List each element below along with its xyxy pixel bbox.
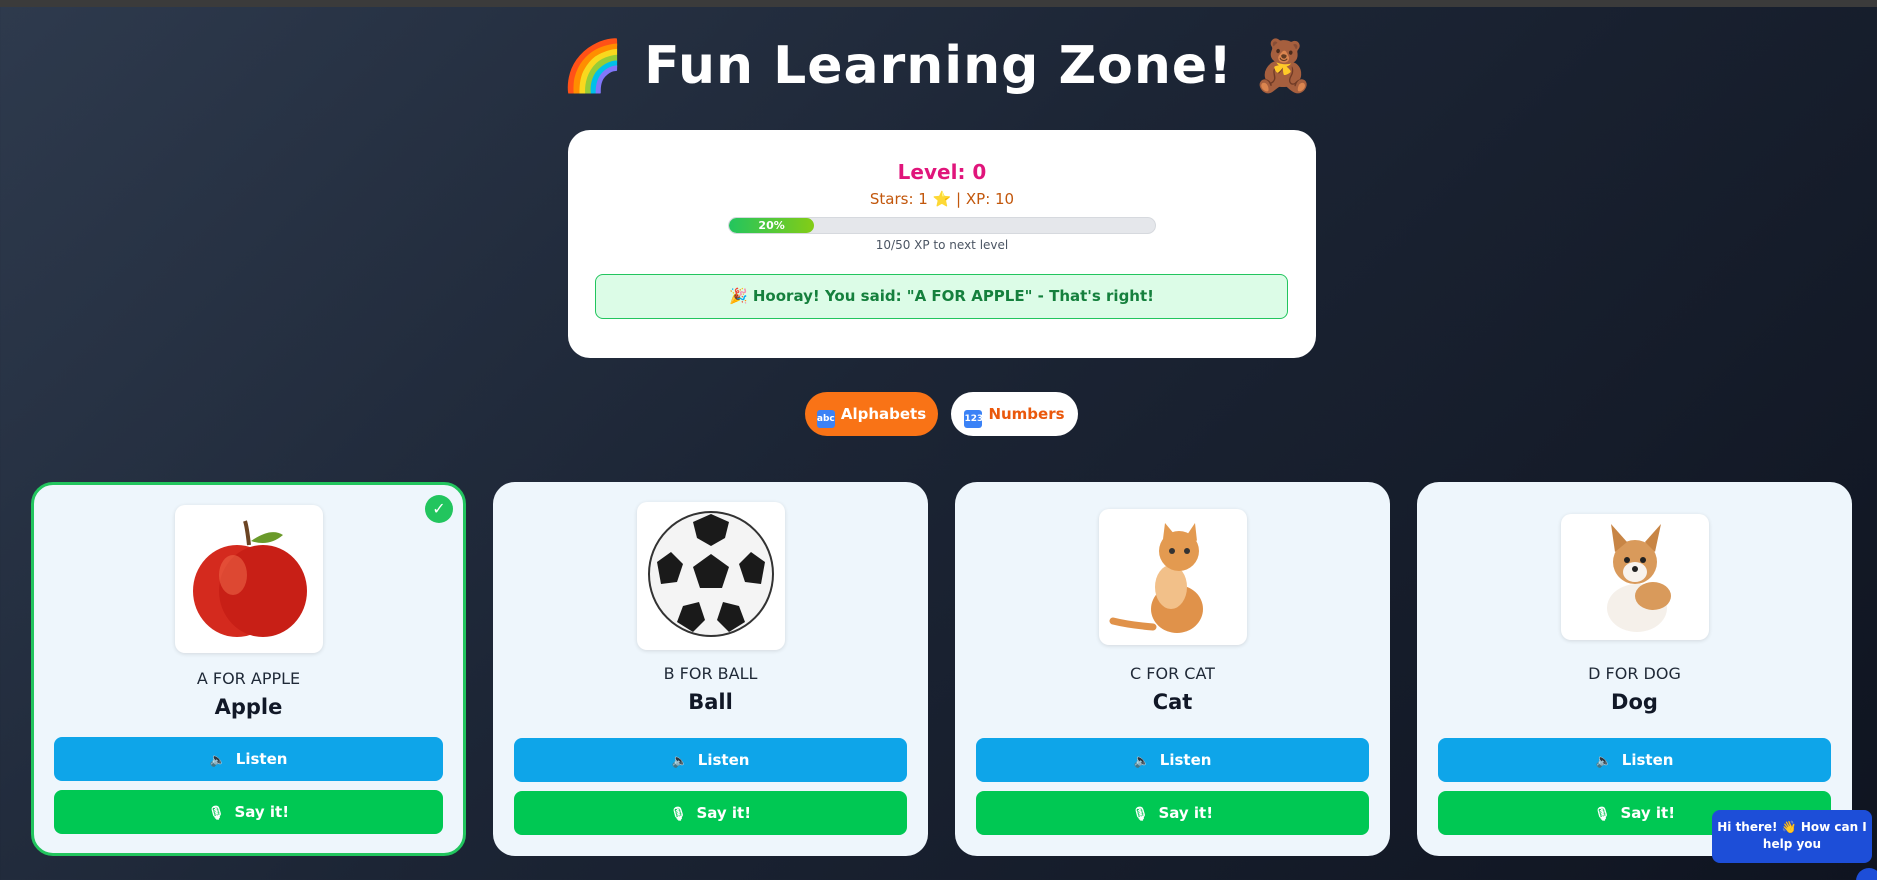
numbers-icon: 1234 bbox=[964, 410, 990, 428]
card-phrase: D FOR DOG bbox=[1588, 664, 1681, 683]
card-phrase: C FOR CAT bbox=[1130, 664, 1215, 683]
speaker-icon: 🔈 bbox=[671, 754, 688, 769]
say-it-button[interactable]: 🎙 Say it! bbox=[54, 790, 443, 834]
progress-panel: Level: 0 Stars: 1 ⭐ | XP: 10 20% 10/50 X… bbox=[568, 130, 1316, 358]
say-it-label: Say it! bbox=[1158, 804, 1214, 822]
xp-progress-fill: 20% bbox=[729, 218, 815, 233]
card-phrase: B FOR BALL bbox=[663, 664, 758, 683]
page-title: 🌈 Fun Learning Zone! 🧸 bbox=[0, 34, 1877, 98]
tab-numbers[interactable]: 1234Numbers bbox=[951, 392, 1078, 436]
tab-alphabets[interactable]: abc Alphabets bbox=[805, 392, 938, 436]
rainbow-icon: 🌈 bbox=[561, 37, 625, 95]
tab-numbers-label: Numbers bbox=[988, 405, 1065, 423]
chat-widget-bubble[interactable]: Hi there! 👋 How can I help you bbox=[1712, 810, 1872, 863]
dog-image bbox=[1561, 514, 1709, 640]
feedback-message: 🎉 Hooray! You said: "A FOR APPLE" - That… bbox=[595, 274, 1288, 319]
say-it-label: Say it! bbox=[234, 803, 290, 821]
card-phrase: A FOR APPLE bbox=[196, 669, 301, 688]
say-it-label: Say it! bbox=[1620, 804, 1676, 822]
xp-progress-bar: 20% bbox=[728, 217, 1156, 234]
speaker-icon: 🔈 bbox=[209, 753, 226, 768]
listen-button[interactable]: 🔈 Listen bbox=[1438, 738, 1831, 782]
say-it-label: Say it! bbox=[696, 804, 752, 822]
letter-card-d[interactable]: D FOR DOG Dog 🔈 Listen 🎙 Say it! bbox=[1417, 482, 1852, 856]
card-word: Dog bbox=[1611, 690, 1658, 714]
card-word: Apple bbox=[214, 695, 283, 719]
say-it-button[interactable]: 🎙 Say it! bbox=[976, 791, 1369, 835]
browser-top-bar bbox=[0, 0, 1877, 7]
speaker-icon: 🔈 bbox=[1595, 754, 1612, 769]
letter-card-a[interactable]: ✓ A FOR APPLE Apple 🔈 Listen 🎙 Say it! bbox=[31, 482, 466, 856]
apple-image bbox=[175, 505, 323, 653]
listen-label: Listen bbox=[1159, 751, 1212, 769]
completed-check-icon: ✓ bbox=[425, 495, 453, 523]
card-word: Ball bbox=[688, 690, 733, 714]
say-it-button[interactable]: 🎙 Say it! bbox=[514, 791, 907, 835]
level-label: Level: 0 bbox=[897, 160, 987, 184]
abc-icon: abc bbox=[816, 410, 835, 428]
microphone-icon: 🎙 bbox=[669, 807, 687, 822]
ball-image bbox=[637, 502, 785, 650]
xp-next-level-label: 10/50 XP to next level bbox=[875, 238, 1009, 252]
page-title-text: Fun Learning Zone! bbox=[644, 36, 1233, 96]
microphone-icon: 🎙 bbox=[207, 806, 225, 821]
listen-button[interactable]: 🔈 Listen bbox=[976, 738, 1369, 782]
listen-button[interactable]: 🔈 Listen bbox=[514, 738, 907, 782]
letter-card-c[interactable]: C FOR CAT Cat 🔈 Listen 🎙 Say it! bbox=[955, 482, 1390, 856]
card-word: Cat bbox=[1152, 690, 1193, 714]
letter-card-b[interactable]: B FOR BALL Ball 🔈 Listen 🎙 Say it! bbox=[493, 482, 928, 856]
chat-launcher-button[interactable] bbox=[1856, 868, 1877, 880]
speaker-icon: 🔈 bbox=[1133, 754, 1150, 769]
listen-button[interactable]: 🔈 Listen bbox=[54, 737, 443, 781]
tab-alphabets-label: Alphabets bbox=[840, 405, 927, 423]
listen-label: Listen bbox=[697, 751, 750, 769]
listen-label: Listen bbox=[1621, 751, 1674, 769]
listen-label: Listen bbox=[235, 750, 288, 768]
teddy-bear-icon: 🧸 bbox=[1252, 37, 1316, 95]
cat-image bbox=[1099, 509, 1247, 645]
microphone-icon: 🎙 bbox=[1593, 807, 1611, 822]
stars-xp-label: Stars: 1 ⭐ | XP: 10 bbox=[869, 190, 1015, 208]
microphone-icon: 🎙 bbox=[1131, 807, 1149, 822]
